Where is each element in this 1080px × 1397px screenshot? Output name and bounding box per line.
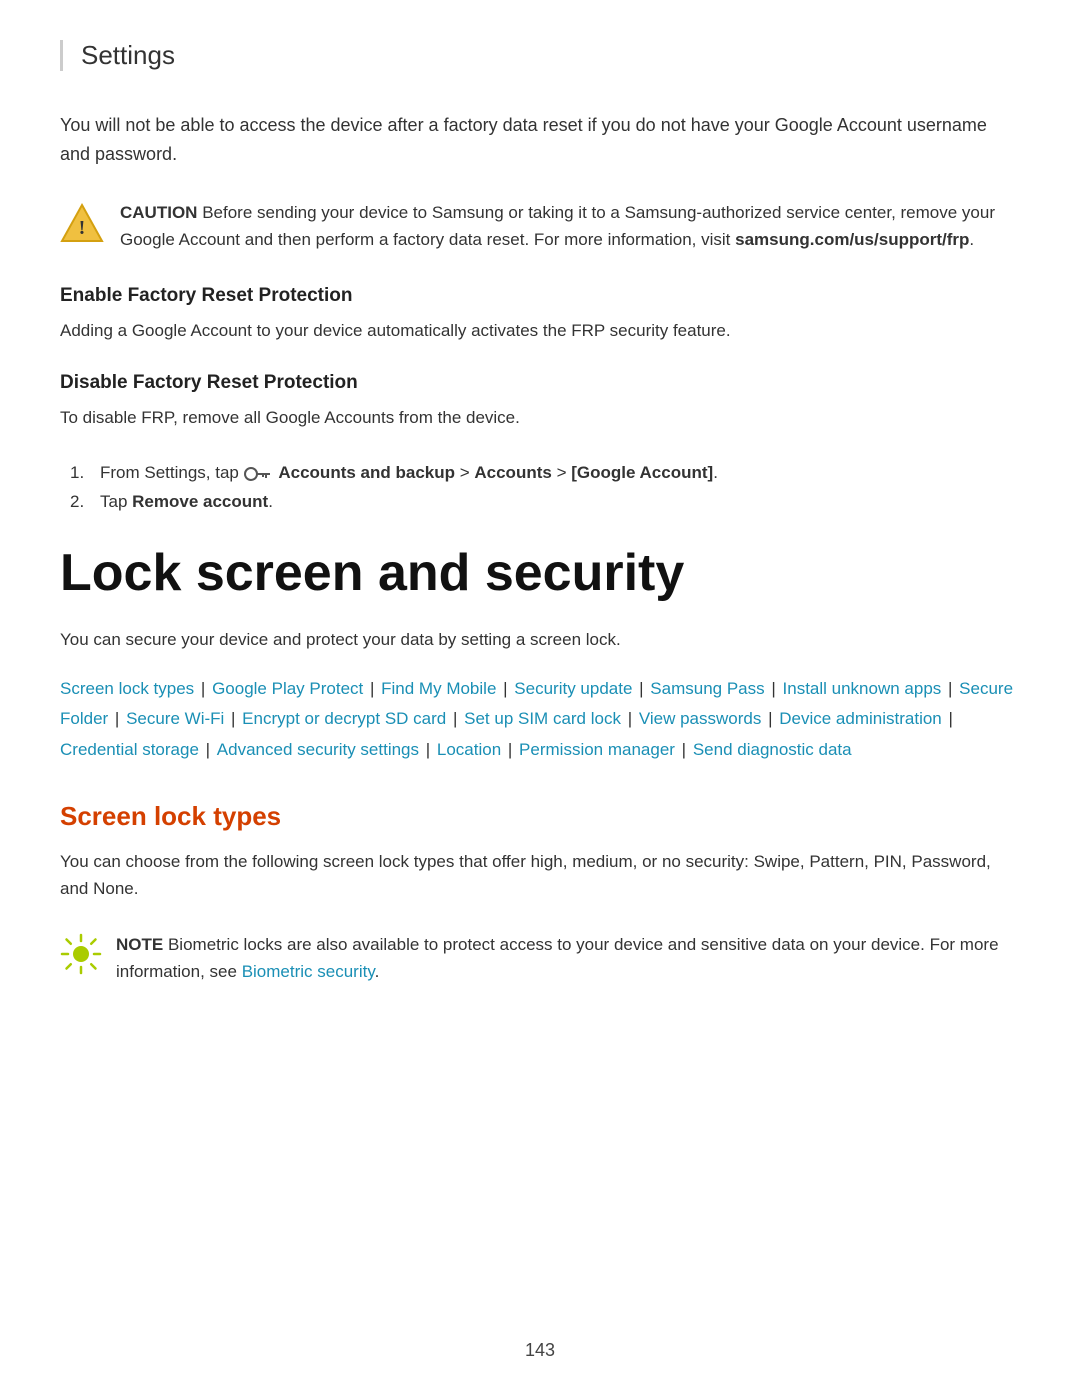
link-advanced-security[interactable]: Advanced security settings bbox=[217, 740, 419, 759]
link-secure-wifi[interactable]: Secure Wi-Fi bbox=[126, 709, 224, 728]
enable-heading: Enable Factory Reset Protection bbox=[60, 285, 1020, 307]
link-encrypt-sd[interactable]: Encrypt or decrypt SD card bbox=[242, 709, 446, 728]
caution-link: samsung.com/us/support/frp bbox=[735, 230, 969, 249]
link-security-update[interactable]: Security update bbox=[514, 679, 632, 698]
disable-heading: Disable Factory Reset Protection bbox=[60, 372, 1020, 394]
intro-paragraph: You will not be able to access the devic… bbox=[60, 111, 1020, 169]
link-google-play-protect[interactable]: Google Play Protect bbox=[212, 679, 363, 698]
screen-lock-types-section: Screen lock types You can choose from th… bbox=[60, 801, 1020, 902]
caution-box: ! CAUTION Before sending your device to … bbox=[60, 199, 1020, 253]
link-setup-sim-card-lock[interactable]: Set up SIM card lock bbox=[464, 709, 621, 728]
link-send-diagnostic[interactable]: Send diagnostic data bbox=[693, 740, 852, 759]
caution-text: CAUTION Before sending your device to Sa… bbox=[120, 199, 1020, 253]
link-permission-manager[interactable]: Permission manager bbox=[519, 740, 675, 759]
note-box: NOTE Biometric locks are also available … bbox=[60, 931, 1020, 985]
step-1: 1. From Settings, tap Accounts and backu… bbox=[70, 459, 1020, 488]
page-header: Settings bbox=[60, 40, 1020, 71]
note-icon bbox=[60, 933, 102, 975]
links-section: Screen lock types | Google Play Protect … bbox=[60, 674, 1020, 766]
note-text: NOTE Biometric locks are also available … bbox=[116, 931, 1020, 985]
note-label: NOTE bbox=[116, 935, 163, 954]
link-location[interactable]: Location bbox=[437, 740, 501, 759]
enable-text: Adding a Google Account to your device a… bbox=[60, 317, 1020, 344]
link-samsung-pass[interactable]: Samsung Pass bbox=[650, 679, 764, 698]
page-footer: 143 bbox=[0, 1340, 1080, 1361]
link-install-unknown-apps[interactable]: Install unknown apps bbox=[783, 679, 942, 698]
link-biometric-security[interactable]: Biometric security bbox=[242, 962, 375, 981]
link-view-passwords[interactable]: View passwords bbox=[639, 709, 762, 728]
svg-text:!: ! bbox=[79, 217, 86, 239]
link-screen-lock-types[interactable]: Screen lock types bbox=[60, 679, 194, 698]
caution-label: CAUTION bbox=[120, 203, 197, 222]
step-2: 2. Tap Remove account. bbox=[70, 488, 1020, 517]
link-find-my-mobile[interactable]: Find My Mobile bbox=[381, 679, 496, 698]
screen-lock-types-text: You can choose from the following screen… bbox=[60, 848, 1020, 902]
enable-section: Enable Factory Reset Protection Adding a… bbox=[60, 285, 1020, 344]
key-icon bbox=[244, 464, 270, 484]
link-credential-storage[interactable]: Credential storage bbox=[60, 740, 199, 759]
disable-text: To disable FRP, remove all Google Accoun… bbox=[60, 404, 1020, 431]
chapter-intro: You can secure your device and protect y… bbox=[60, 626, 1020, 653]
steps-list: 1. From Settings, tap Accounts and backu… bbox=[60, 459, 1020, 517]
page: Settings You will not be able to access … bbox=[0, 0, 1080, 1397]
disable-section: Disable Factory Reset Protection To disa… bbox=[60, 372, 1020, 517]
chapter-title: Lock screen and security bbox=[60, 545, 1020, 602]
screen-lock-types-title: Screen lock types bbox=[60, 801, 1020, 832]
header-title: Settings bbox=[81, 40, 175, 70]
link-device-administration[interactable]: Device administration bbox=[779, 709, 942, 728]
page-number: 143 bbox=[525, 1340, 555, 1360]
caution-icon: ! bbox=[60, 201, 104, 245]
